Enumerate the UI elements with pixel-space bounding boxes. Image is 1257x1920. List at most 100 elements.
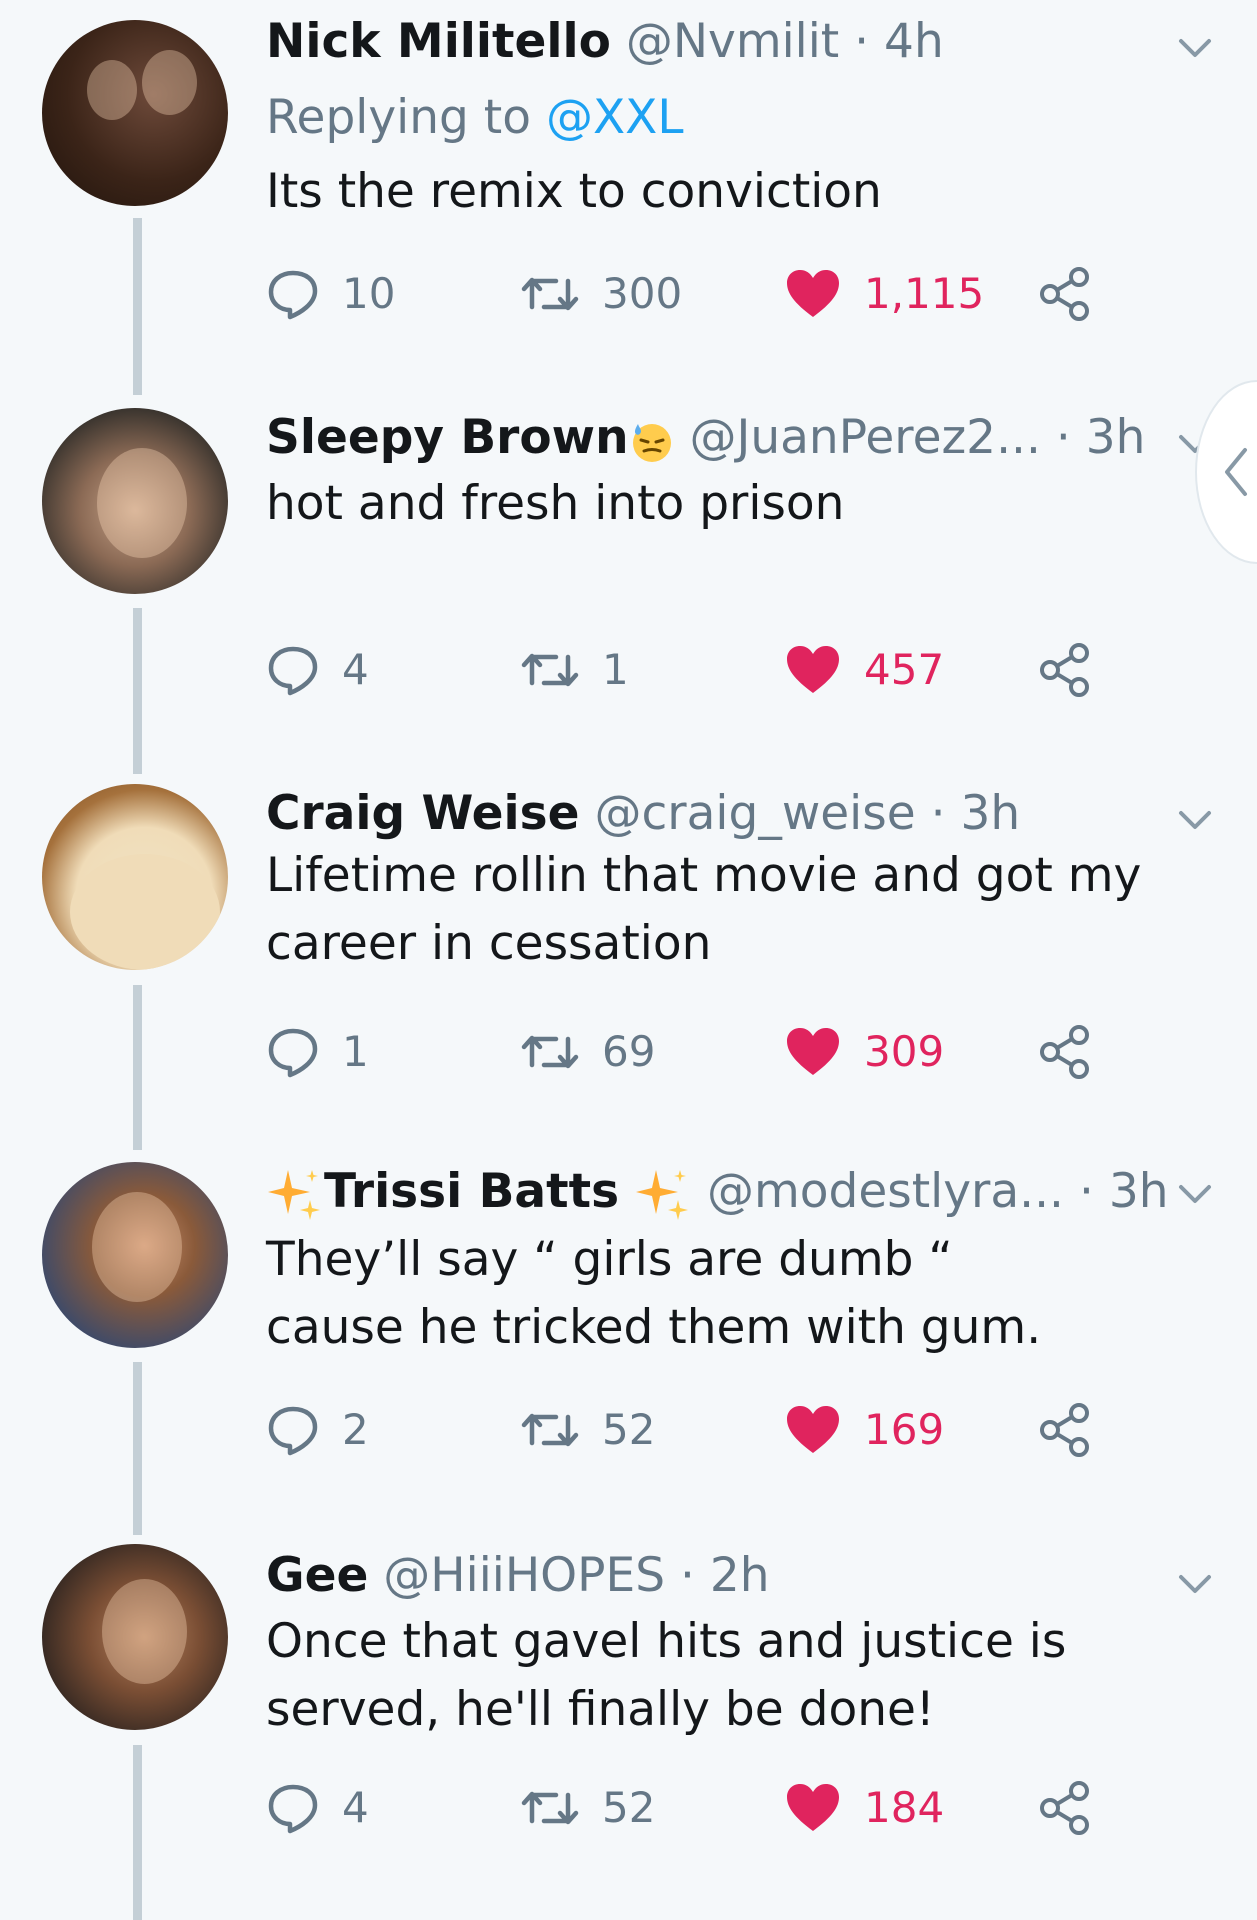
retweet-count: 52 [602,1405,656,1454]
user-handle[interactable]: @Nvmilit [626,14,839,69]
display-name[interactable]: Craig Weise [266,786,580,841]
reply-icon [268,646,318,696]
sparkles-emoji [268,1169,320,1220]
tweet-actions: 10 300 1,115 [266,264,1116,324]
retweet-button[interactable]: 300 [520,264,682,324]
tweet-actions: 2 52 169 [266,1400,1116,1460]
tweet-header: Craig Weise @craig_weise · 3h [266,784,1020,844]
like-count: 309 [864,1027,945,1076]
tweet-text: They’ll say “ girls are dumb “ cause he … [266,1232,1042,1355]
retweet-button[interactable]: 69 [520,1022,655,1082]
tweet-header: Nick Militello @Nvmilit · 4h [266,12,944,72]
reply-button[interactable]: 1 [266,1022,369,1082]
tweet-text: Lifetime rollin that movie and got my ca… [266,848,1142,971]
display-name[interactable]: Nick Militello [266,14,611,69]
reply-count: 1 [342,1027,369,1076]
heart-icon [787,1028,839,1075]
display-name[interactable]: Gee [266,1548,368,1603]
user-handle[interactable]: @JuanPerez2... [689,410,1040,465]
reply-icon [268,1406,318,1456]
tweet[interactable]: Gee @HiiiHOPES · 2h Once that gavel hits… [0,1534,1257,1920]
share-icon [1040,1403,1089,1457]
reply-count: 10 [342,269,396,318]
user-handle[interactable]: @craig_weise [594,786,915,841]
avatar[interactable] [42,408,228,594]
sparkles-emoji [636,1169,689,1220]
retweet-button[interactable]: 52 [520,1400,655,1460]
avatar[interactable] [42,20,228,206]
tweet[interactable]: Trissi Batts @modestlyra... · 3h They’ll… [0,1148,1257,1534]
chevron-down-icon[interactable] [1175,28,1215,68]
reply-count: 4 [342,1783,369,1832]
like-count: 184 [864,1783,945,1832]
tweet-actions: 1 69 309 [266,1022,1116,1082]
chevron-down-icon[interactable] [1175,1564,1215,1604]
retweet-count: 1 [602,645,629,694]
retweet-icon [521,277,579,311]
timestamp: · 3h [1055,410,1146,465]
reply-icon [268,1028,318,1078]
avatar[interactable] [42,1544,228,1730]
like-button[interactable]: 1,115 [784,264,984,324]
reply-button[interactable]: 10 [266,264,395,324]
heart-icon [787,1406,839,1453]
tweet[interactable]: Craig Weise @craig_weise · 3h Lifetime r… [0,770,1257,1148]
tweet-text: Once that gavel hits and justice is serv… [266,1614,1067,1737]
like-button[interactable]: 169 [784,1400,944,1460]
like-count: 1,115 [864,269,985,318]
heart-icon [787,646,839,693]
share-button[interactable] [1036,640,1094,700]
reply-icon [268,270,318,320]
tweet-text: Its the remix to conviction [266,164,882,219]
sweat-smile-emoji [632,423,671,462]
tweet-header: Sleepy Brown @JuanPerez2... · 3h [266,408,1145,468]
like-count: 457 [864,645,945,694]
avatar[interactable] [42,1162,228,1348]
chevron-down-icon[interactable] [1175,1174,1215,1214]
timestamp: · 4h [854,14,944,69]
avatar[interactable] [42,784,228,970]
mention-link[interactable]: @XXL [546,90,684,145]
timestamp: · 3h [930,786,1021,841]
like-button[interactable]: 184 [784,1778,944,1838]
share-button[interactable] [1036,264,1094,324]
reply-count: 2 [342,1405,369,1454]
share-icon [1040,1781,1089,1835]
tweet-header: Trissi Batts @modestlyra... · 3h [266,1162,1169,1222]
tweet-actions: 4 52 184 [266,1778,1116,1838]
tweet-text: hot and fresh into prison [266,476,845,531]
retweet-count: 69 [602,1027,656,1076]
retweet-icon [521,1035,579,1069]
display-name[interactable]: Sleepy Brown [266,410,629,465]
heart-icon [787,270,839,317]
user-handle[interactable]: @modestlyra... [707,1164,1064,1219]
timestamp: · 2h [679,1548,770,1603]
retweet-button[interactable]: 52 [520,1778,655,1838]
like-button[interactable]: 457 [784,640,944,700]
reply-icon [268,1784,318,1834]
replying-to: Replying to @XXL [266,90,684,145]
retweet-icon [521,1413,579,1447]
display-name[interactable]: Trissi Batts [324,1164,619,1219]
timestamp: · 3h [1078,1164,1169,1219]
reply-button[interactable]: 4 [266,640,369,700]
chevron-down-icon[interactable] [1175,800,1215,840]
tweet[interactable]: Sleepy Brown @JuanPerez2... · 3h hot and… [0,390,1257,770]
tweet-header: Gee @HiiiHOPES · 2h [266,1546,770,1606]
reply-count: 4 [342,645,369,694]
retweet-button[interactable]: 1 [520,640,629,700]
share-icon [1040,1025,1089,1079]
user-handle[interactable]: @HiiiHOPES [383,1548,665,1603]
share-icon [1040,643,1089,697]
share-button[interactable] [1036,1022,1094,1082]
share-button[interactable] [1036,1400,1094,1460]
heart-icon [787,1784,839,1831]
reply-button[interactable]: 2 [266,1400,369,1460]
share-button[interactable] [1036,1778,1094,1838]
reply-button[interactable]: 4 [266,1778,369,1838]
tweet[interactable]: Nick Militello @Nvmilit · 4h Replying to… [0,0,1257,390]
retweet-icon [521,653,579,687]
tweet-actions: 4 1 457 [266,640,1116,700]
like-button[interactable]: 309 [784,1022,944,1082]
like-count: 169 [864,1405,945,1454]
